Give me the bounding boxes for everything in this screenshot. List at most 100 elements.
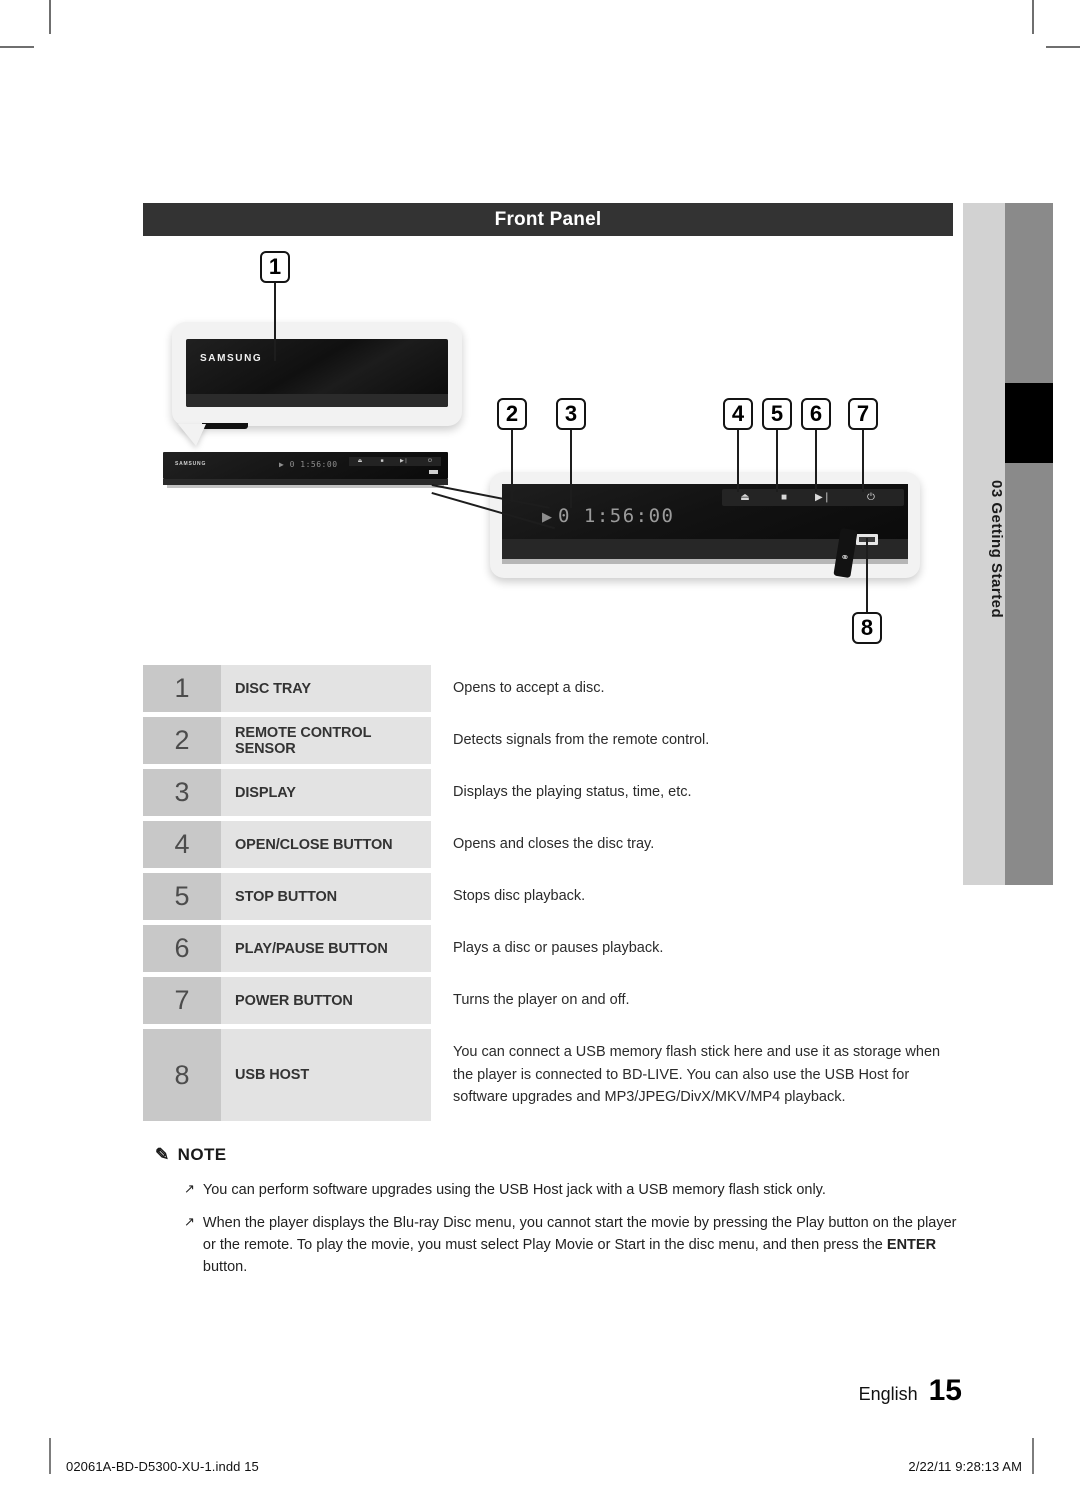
callout-3-number: 3	[564, 401, 578, 426]
chapter-index-bar	[1005, 203, 1053, 885]
section-header: Front Panel	[143, 203, 953, 236]
chapter-tab-label: 03 Getting Started	[988, 479, 1005, 619]
table-row: 1 DISC TRAY Opens to accept a disc.	[143, 665, 953, 712]
row-number: 2	[143, 717, 221, 764]
callout-1-leader	[274, 283, 276, 361]
list-item: ↗ When the player displays the Blu-ray D…	[184, 1212, 965, 1278]
page-footer-number: English 15	[859, 1374, 962, 1408]
player-usb-port	[429, 470, 438, 474]
disc-tray-detail-panel: SAMSUNG	[172, 322, 462, 429]
crop-mark-top-right-vertical	[1032, 0, 1034, 34]
note-item-text-tail: button.	[202, 1259, 248, 1276]
callout-8: 8	[852, 612, 882, 644]
crop-mark-top-left-vertical	[49, 0, 51, 34]
page-language-label: English	[858, 1384, 918, 1404]
row-description: Opens to accept a disc.	[453, 680, 605, 697]
print-file-name: 02061A-BD-D5300-XU-1.indd 15	[66, 1459, 259, 1474]
callout-6-leader	[815, 430, 817, 492]
footer-rule-left	[49, 1438, 51, 1474]
note-item-text: When the player displays the Blu-ray Dis…	[203, 1212, 965, 1278]
row-description: Turns the player on and off.	[453, 992, 630, 1009]
front-panel-button-strip: ⏏ ■ ▶❘ ⏻	[722, 489, 904, 506]
chapter-tab: 03 Getting Started	[963, 203, 1005, 885]
section-title: Front Panel	[494, 208, 602, 230]
row-label: OPEN/CLOSE BUTTON	[221, 821, 431, 868]
print-timestamp: 2/22/11 9:28:13 AM	[908, 1459, 1022, 1474]
callout-4-leader	[737, 430, 739, 492]
callout-4-number: 4	[731, 401, 745, 426]
row-description: Opens and closes the disc tray.	[453, 836, 655, 853]
list-item: ↗ You can perform software upgrades usin…	[184, 1179, 965, 1201]
row-label: STOP BUTTON	[221, 873, 431, 920]
row-number: 1	[143, 665, 221, 712]
row-description: Stops disc playback.	[453, 888, 586, 905]
play-pause-button-icon: ▶❘	[814, 492, 832, 503]
stop-button-icon: ■	[780, 492, 788, 503]
row-description: Detects signals from the remote control.	[453, 732, 710, 749]
callout-2-leader	[511, 430, 513, 502]
note-item-text-segment: You can perform software upgrades using …	[202, 1182, 826, 1198]
callout-4: 4	[723, 398, 753, 430]
row-number: 7	[143, 977, 221, 1024]
arrow-bullet-icon: ↗	[184, 1214, 195, 1230]
callout-7-number: 7	[856, 401, 870, 426]
callout-8-number: 8	[860, 615, 874, 640]
page-number: 15	[928, 1374, 962, 1407]
player-play-icon: ▶	[279, 460, 285, 469]
callout-6-number: 6	[809, 401, 823, 426]
table-row: 4 OPEN/CLOSE BUTTON Opens and closes the…	[143, 821, 953, 868]
callout-5-leader	[776, 430, 778, 492]
callout-2: 2	[497, 398, 527, 430]
row-number: 8	[143, 1029, 221, 1121]
player-display-readout: ▶ 0 1:56:00	[279, 460, 338, 469]
table-row: 7 POWER BUTTON Turns the player on and o…	[143, 977, 953, 1024]
player-body: SAMSUNG ▶ 0 1:56:00 ⏏ ■ ▶❘ ⏻	[163, 452, 448, 479]
row-number: 5	[143, 873, 221, 920]
callout-5-number: 5	[770, 401, 784, 426]
table-row: 6 PLAY/PAUSE BUTTON Plays a disc or paus…	[143, 925, 953, 972]
note-item-text: You can perform software upgrades using …	[203, 1179, 965, 1201]
table-row: 8 USB HOST You can connect a USB memory …	[143, 1029, 953, 1121]
power-button-icon: ⏻	[867, 492, 875, 503]
note-list: ↗ You can perform software upgrades usin…	[155, 1179, 965, 1278]
row-label: REMOTE CONTROL SENSOR	[221, 717, 431, 764]
table-row: 3 DISPLAY Displays the playing status, t…	[143, 769, 953, 816]
crop-mark-top-right-horizontal	[1046, 46, 1080, 48]
player-time-readout: 0 1:56:00	[289, 460, 338, 469]
row-label: USB HOST	[221, 1029, 431, 1121]
callout-7: 7	[848, 398, 878, 430]
callout-3-leader	[570, 430, 572, 508]
player-base	[167, 485, 444, 488]
player-stop-icon: ■	[380, 457, 384, 464]
manual-page: Front Panel 03 Getting Started 1 SAMSUNG…	[0, 0, 1080, 1491]
note-block: ✎ NOTE ↗ You can perform software upgrad…	[155, 1145, 965, 1289]
row-number: 3	[143, 769, 221, 816]
chapter-index-marker	[1005, 383, 1053, 463]
player-brand-logo: SAMSUNG	[175, 461, 207, 467]
note-item-text-segment: When the player displays the Blu-ray Dis…	[202, 1215, 957, 1254]
note-heading: ✎ NOTE	[155, 1145, 965, 1165]
samsung-logo: SAMSUNG	[200, 353, 263, 364]
player-button-strip: ⏏ ■ ▶❘ ⏻	[349, 457, 441, 466]
table-row: 5 STOP BUTTON Stops disc playback.	[143, 873, 953, 920]
note-heading-label: NOTE	[177, 1145, 227, 1164]
disc-tray-face: SAMSUNG	[186, 339, 448, 407]
callout-7-leader	[862, 430, 864, 492]
usb-symbol-icon: ⚭	[839, 551, 851, 565]
pencil-icon: ✎	[155, 1145, 170, 1164]
front-panel-parts-table: 1 DISC TRAY Opens to accept a disc. 2 RE…	[143, 665, 953, 1126]
row-label: POWER BUTTON	[221, 977, 431, 1024]
player-power-icon: ⏻	[428, 457, 432, 464]
callout-2-number: 2	[505, 401, 519, 426]
display-time-readout: 0 1:56:00	[558, 505, 675, 527]
disc-tray-foot	[202, 423, 248, 429]
callout-1: 1	[260, 251, 290, 283]
note-item-emphasis: ENTER	[886, 1237, 937, 1254]
row-number: 4	[143, 821, 221, 868]
display-play-icon: ▶	[542, 509, 552, 524]
arrow-bullet-icon: ↗	[184, 1181, 195, 1196]
footer-rule-right	[1032, 1438, 1034, 1474]
callout-3: 3	[556, 398, 586, 430]
row-description: You can connect a USB memory flash stick…	[453, 1044, 941, 1106]
row-label: DISC TRAY	[221, 665, 431, 712]
